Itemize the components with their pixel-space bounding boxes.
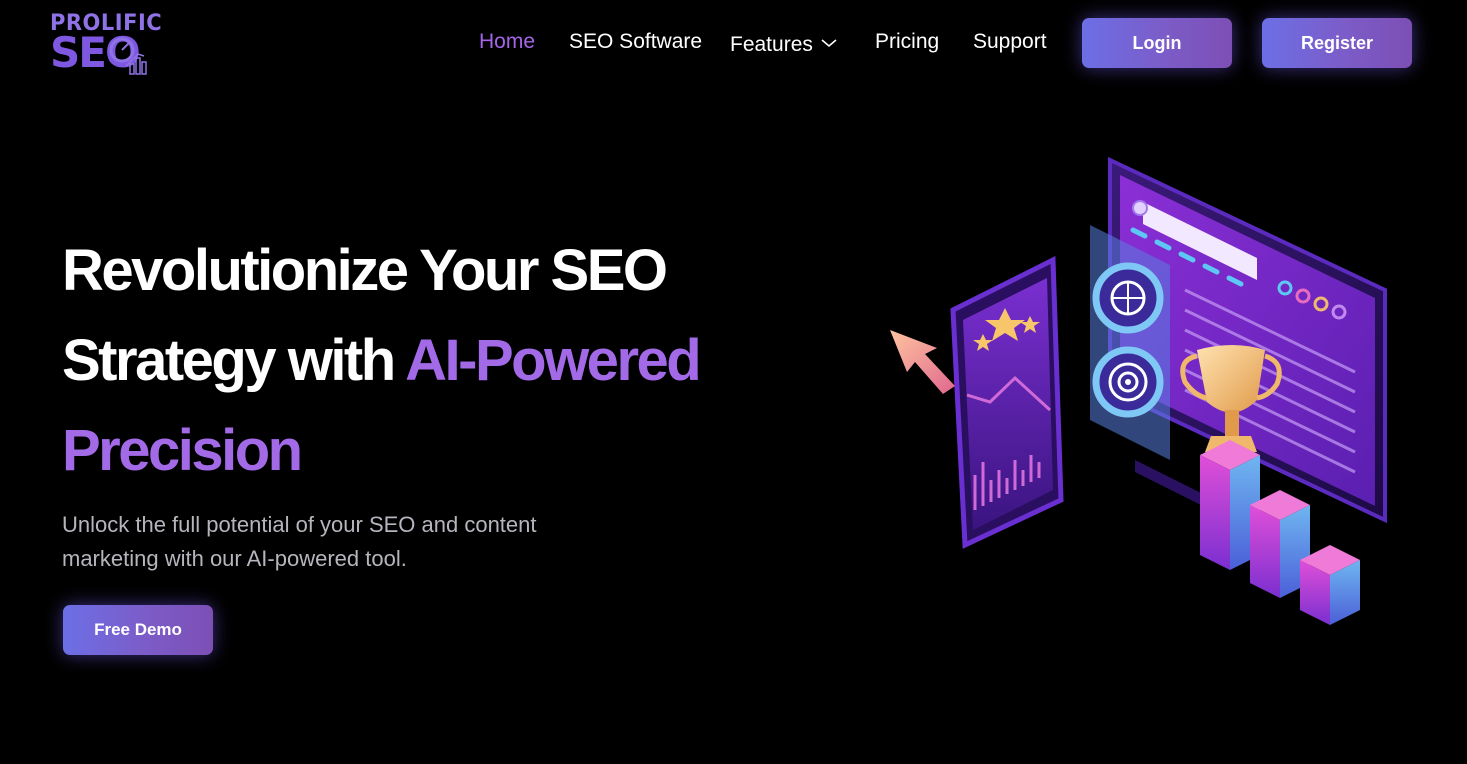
hero-subtitle: Unlock the full potential of your SEO an… xyxy=(62,508,642,576)
nav-item-support[interactable]: Support xyxy=(973,30,1047,54)
hero-title-line2-accent: AI-Powered xyxy=(405,328,702,393)
nav-item-home[interactable]: Home xyxy=(479,30,535,54)
logo-chart-icon xyxy=(109,37,147,75)
phone-graphic xyxy=(950,256,1064,549)
login-button[interactable]: Login xyxy=(1082,18,1232,68)
hero-title-line2-plain: Strategy with xyxy=(62,328,406,393)
analytics-panel-graphic xyxy=(1090,225,1170,460)
chevron-down-icon xyxy=(821,30,837,54)
nav-item-features[interactable]: Features xyxy=(730,30,837,57)
seo-analytics-illustration xyxy=(890,156,1387,625)
register-button[interactable]: Register xyxy=(1262,18,1412,68)
growth-arrow-graphic xyxy=(890,330,955,394)
landing-page: PROLIFIC SEO Home SEO Software Features … xyxy=(0,0,1467,764)
hero-title-line3-accent: Precision xyxy=(62,418,303,483)
nav-item-pricing[interactable]: Pricing xyxy=(875,30,939,54)
nav-item-seo-software[interactable]: SEO Software xyxy=(569,30,702,54)
nav-item-features-label: Features xyxy=(730,33,813,56)
brand-logo[interactable]: PROLIFIC SEO xyxy=(50,10,162,78)
free-demo-button[interactable]: Free Demo xyxy=(63,605,213,655)
hero-title-line1: Revolutionize Your SEO xyxy=(62,238,668,303)
hero-subtitle-line2: marketing with our AI-powered tool. xyxy=(62,546,407,571)
hero-subtitle-line1: Unlock the full potential of your SEO an… xyxy=(62,512,537,537)
hero-title: Revolutionize Your SEO Strategy with AI-… xyxy=(62,226,842,496)
